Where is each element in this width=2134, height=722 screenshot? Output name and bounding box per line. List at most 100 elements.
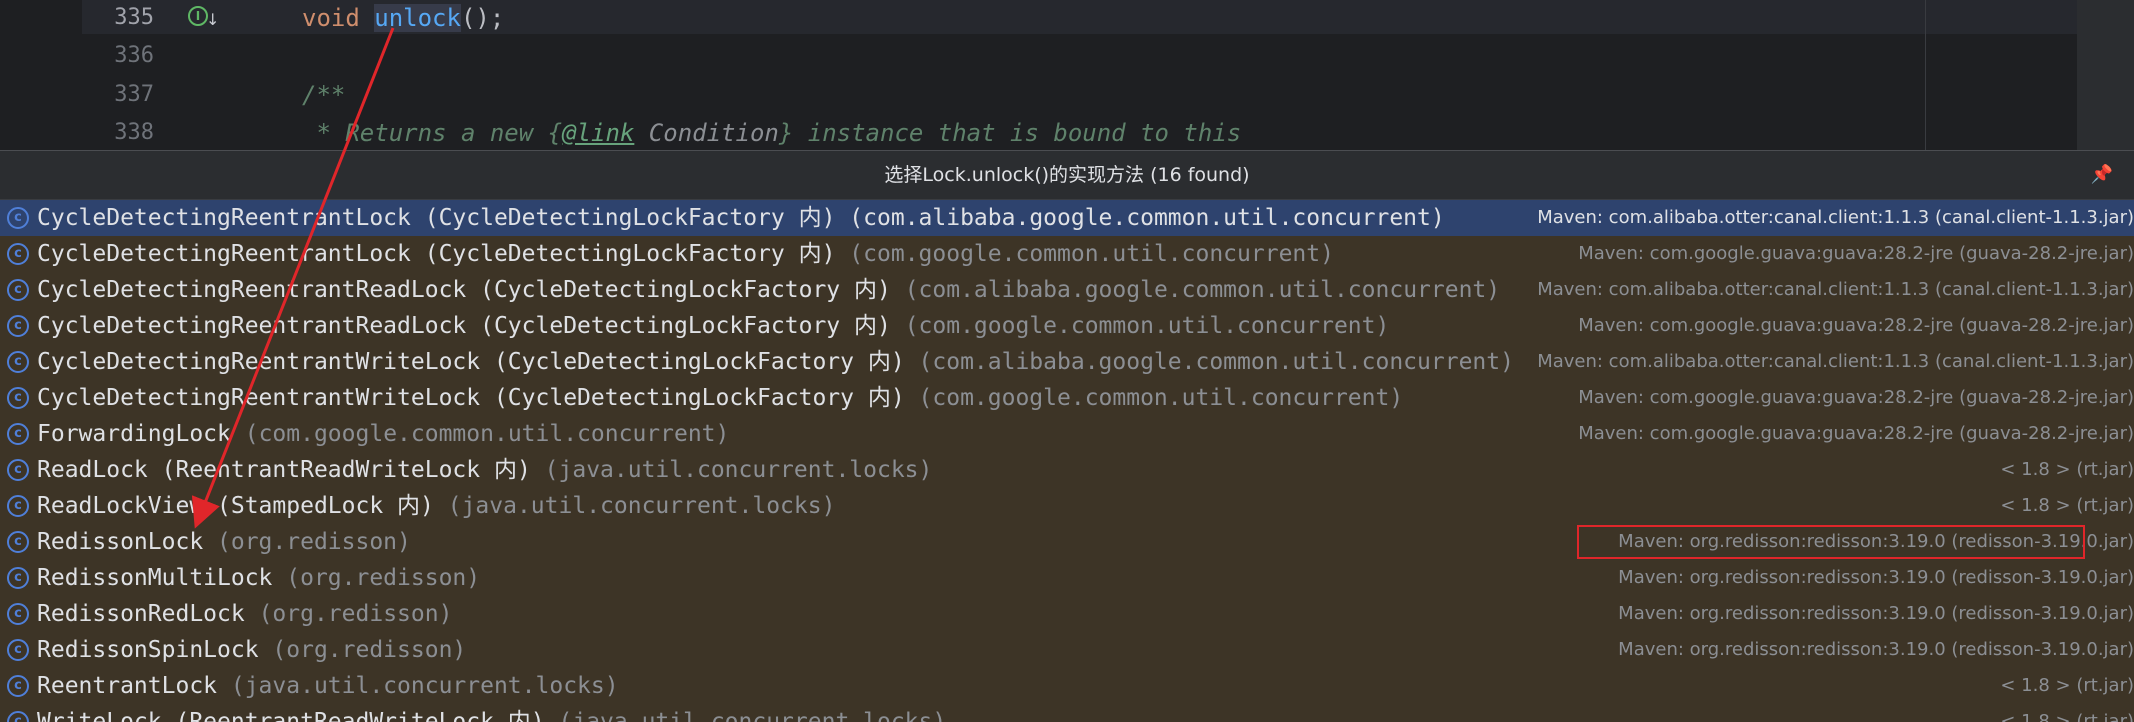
- go-to-implementation-arrow-icon[interactable]: ↓: [206, 10, 219, 29]
- library-source: Maven: com.alibaba.otter:canal.client:1.…: [1537, 207, 2134, 228]
- library-source: < 1.8 > (rt.jar): [2000, 459, 2134, 480]
- library-source: Maven: com.alibaba.otter:canal.client:1.…: [1537, 279, 2134, 300]
- implementation-list-item[interactable]: c CycleDetectingReentrantReadLock (CycleD…: [0, 308, 2134, 344]
- implementation-list-item[interactable]: c CycleDetectingReentrantLock (CycleDetec…: [0, 236, 2134, 272]
- library-source: Maven: org.redisson:redisson:3.19.0 (red…: [1618, 639, 2134, 660]
- class-name: ForwardingLock: [37, 421, 231, 447]
- popup-title: 选择Lock.unlock()的实现方法 (16 found): [884, 164, 1250, 186]
- class-name: CycleDetectingReentrantLock (CycleDetect…: [37, 205, 836, 231]
- implementation-list-item[interactable]: c ReentrantLock (java.util.concurrent.loc…: [0, 668, 2134, 704]
- library-source: < 1.8 > (rt.jar): [2000, 711, 2134, 722]
- class-icon: c: [7, 567, 29, 589]
- comment-link-ref: Condition: [634, 119, 779, 147]
- class-package: (org.redisson): [244, 601, 453, 627]
- class-icon: c: [7, 603, 29, 625]
- code-line-335[interactable]: void unlock();: [302, 0, 504, 36]
- library-source: < 1.8 > (rt.jar): [2000, 675, 2134, 696]
- implementation-class: CycleDetectingReentrantWriteLock (CycleD…: [37, 380, 1403, 416]
- popup-header: 选择Lock.unlock()的实现方法 (16 found) 📌: [0, 151, 2134, 200]
- class-name: CycleDetectingReentrantReadLock (CycleDe…: [37, 277, 891, 303]
- method-unlock[interactable]: unlock: [374, 4, 461, 32]
- line-number: 338: [114, 120, 154, 145]
- implementation-list-item[interactable]: c ForwardingLock (com.google.common.util.…: [0, 416, 2134, 452]
- code-line-337[interactable]: /**: [302, 77, 345, 113]
- implementation-class: RedissonMultiLock (org.redisson): [37, 560, 480, 596]
- implementation-class: RedissonSpinLock (org.redisson): [37, 632, 466, 668]
- class-icon: c: [7, 531, 29, 553]
- class-icon: c: [7, 711, 29, 722]
- class-package: (java.util.concurrent.locks): [530, 457, 933, 483]
- implementation-list-item[interactable]: c CycleDetectingReentrantWriteLock (Cycle…: [0, 344, 2134, 380]
- class-name: RedissonRedLock: [37, 601, 245, 627]
- line-number: 335: [114, 5, 154, 30]
- class-name: ReadLock (ReentrantReadWriteLock 内): [37, 457, 531, 483]
- library-source: < 1.8 > (rt.jar): [2000, 495, 2134, 516]
- line-number: 337: [114, 82, 154, 107]
- library-source: Maven: com.google.guava:guava:28.2-jre (…: [1578, 315, 2134, 336]
- comment-text: * Returns a new {: [302, 119, 563, 147]
- library-source: Maven: com.google.guava:guava:28.2-jre (…: [1578, 387, 2134, 408]
- class-icon: c: [7, 495, 29, 517]
- comment-text: } instance that is bound to this: [778, 119, 1242, 147]
- class-name: RedissonLock: [37, 529, 204, 555]
- implementation-list-item[interactable]: c WriteLock (ReentrantReadWriteLock 内) (j…: [0, 704, 2134, 722]
- class-package: (org.redisson): [203, 529, 411, 555]
- implementation-class: RedissonLock (org.redisson): [37, 524, 411, 560]
- implementation-class: RedissonRedLock (org.redisson): [37, 596, 452, 632]
- class-name: ReentrantLock: [37, 673, 218, 699]
- implementation-list-item[interactable]: c CycleDetectingReentrantWriteLock (Cycle…: [0, 380, 2134, 416]
- implementation-list-item[interactable]: c ReadLockView (StampedLock 内) (java.util…: [0, 488, 2134, 524]
- class-name: CycleDetectingReentrantWriteLock (CycleD…: [37, 385, 905, 411]
- library-source: Maven: com.alibaba.otter:canal.client:1.…: [1537, 351, 2134, 372]
- class-icon: c: [7, 423, 29, 445]
- class-package: (java.util.concurrent.locks): [544, 709, 947, 722]
- choose-implementation-popup[interactable]: 选择Lock.unlock()的实现方法 (16 found) 📌 c Cycle…: [0, 150, 2134, 722]
- class-icon: c: [7, 351, 29, 373]
- class-package: (java.util.concurrent.locks): [433, 493, 836, 519]
- implemented-icon[interactable]: I: [188, 6, 208, 26]
- library-source: Maven: com.google.guava:guava:28.2-jre (…: [1578, 423, 2134, 444]
- implementation-class: WriteLock (ReentrantReadWriteLock 内) (ja…: [37, 704, 946, 722]
- class-icon: c: [7, 243, 29, 265]
- implementation-list-item[interactable]: c CycleDetectingReentrantReadLock (CycleD…: [0, 272, 2134, 308]
- implementation-list-item[interactable]: c RedissonRedLock (org.redisson) Maven: or…: [0, 596, 2134, 632]
- implementation-list-item[interactable]: c RedissonMultiLock (org.redisson) Maven: …: [0, 560, 2134, 596]
- class-package: (org.redisson): [258, 637, 467, 663]
- implementation-class: ReadLock (ReentrantReadWriteLock 内) (jav…: [37, 452, 932, 488]
- implementation-class: ReentrantLock (java.util.concurrent.lock…: [37, 668, 619, 704]
- class-name: CycleDetectingReentrantReadLock (CycleDe…: [37, 313, 891, 339]
- class-icon: c: [7, 207, 29, 229]
- class-icon: c: [7, 279, 29, 301]
- class-package: (org.redisson): [272, 565, 481, 591]
- code-punctuation: ();: [460, 4, 505, 32]
- editor-scrollbar-strip[interactable]: [2077, 0, 2134, 150]
- class-name: RedissonMultiLock: [37, 565, 273, 591]
- class-name: ReadLockView (StampedLock 内): [37, 493, 434, 519]
- pin-icon[interactable]: 📌: [2090, 163, 2114, 187]
- class-package: (com.google.common.util.concurrent): [230, 421, 730, 447]
- class-icon: c: [7, 639, 29, 661]
- class-name: WriteLock (ReentrantReadWriteLock 内): [37, 709, 545, 722]
- line-number: 336: [114, 43, 154, 68]
- right-margin-guide: [1925, 0, 1926, 150]
- implementation-list-item[interactable]: c RedissonSpinLock (org.redisson) Maven: o…: [0, 632, 2134, 668]
- class-name: RedissonSpinLock: [37, 637, 259, 663]
- class-icon: c: [7, 675, 29, 697]
- class-name: CycleDetectingReentrantWriteLock (CycleD…: [37, 349, 905, 375]
- library-source: Maven: org.redisson:redisson:3.19.0 (red…: [1618, 567, 2134, 588]
- implementation-class: CycleDetectingReentrantReadLock (CycleDe…: [37, 308, 1389, 344]
- implementation-class: ForwardingLock (com.google.common.util.c…: [37, 416, 729, 452]
- library-source: Maven: com.google.guava:guava:28.2-jre (…: [1578, 243, 2134, 264]
- implementation-class: ReadLockView (StampedLock 内) (java.util.…: [37, 488, 835, 524]
- implementation-list-item[interactable]: c ReadLock (ReentrantReadWriteLock 内) (ja…: [0, 452, 2134, 488]
- keyword-void: void: [302, 4, 360, 32]
- code-line-338[interactable]: * Returns a new {@link Condition} instan…: [302, 115, 1241, 151]
- code-editor[interactable]: 335 336 337 338 I ↓ void unlock(); /** *…: [0, 0, 2134, 150]
- library-source: Maven: org.redisson:redisson:3.19.0 (red…: [1618, 603, 2134, 624]
- class-icon: c: [7, 387, 29, 409]
- annotation-highlight-box: [1577, 525, 2085, 559]
- class-name: CycleDetectingReentrantLock (CycleDetect…: [37, 241, 836, 267]
- class-icon: c: [7, 315, 29, 337]
- implementation-list-item[interactable]: c CycleDetectingReentrantLock (CycleDetec…: [0, 200, 2134, 236]
- implementation-list[interactable]: c CycleDetectingReentrantLock (CycleDetec…: [0, 200, 2134, 722]
